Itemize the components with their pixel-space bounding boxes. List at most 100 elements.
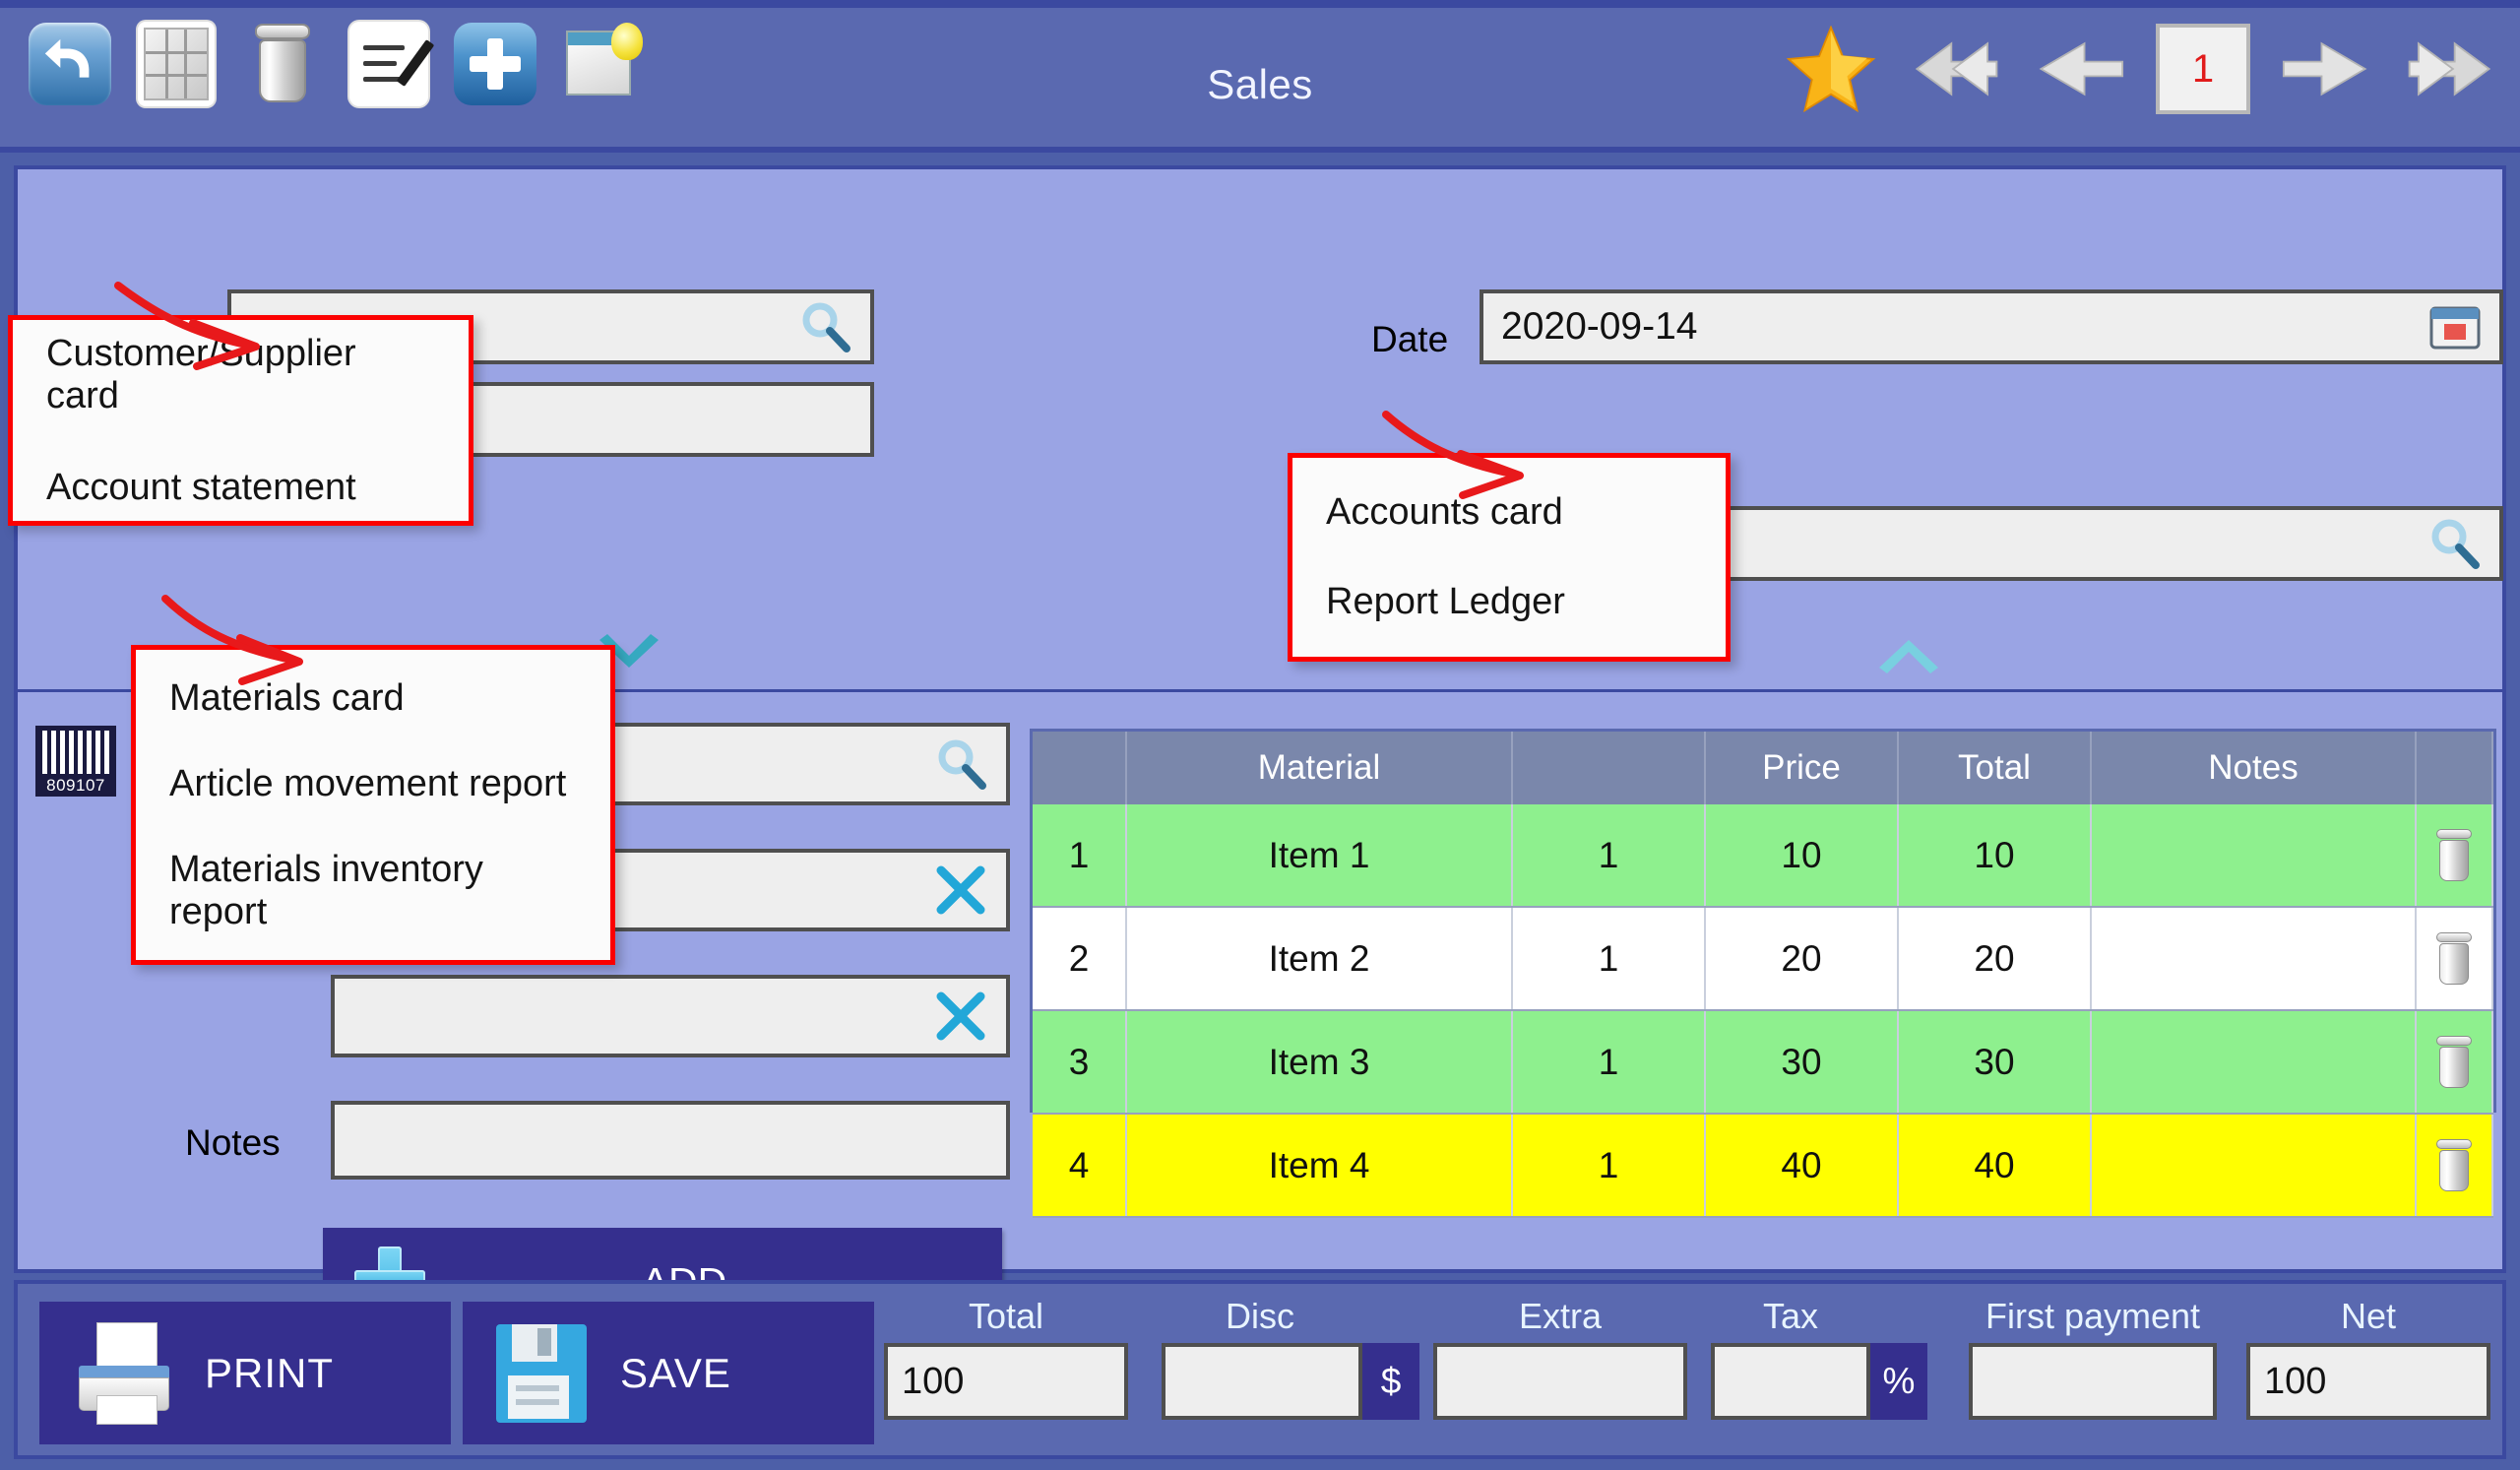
cell-qty: 1 [1513, 1115, 1706, 1216]
bottom-action-bar: PRINT SAVE Total 100 Disc $ Extra Tax % … [14, 1280, 2506, 1459]
search-icon [2431, 519, 2480, 569]
last-page-icon [2408, 41, 2491, 96]
menu-item-article-movement-report[interactable]: Article movement report [136, 763, 610, 805]
menu-item-report-ledger[interactable]: Report Ledger [1292, 581, 1726, 623]
material-context-menu[interactable]: Materials card Article movement report M… [131, 645, 615, 965]
disc-label: Disc [1226, 1296, 1294, 1336]
header-total: Total [1899, 732, 2092, 804]
print-label: PRINT [205, 1349, 334, 1396]
cell-material: Item 4 [1127, 1115, 1513, 1216]
toolbar-navigation: 1 [1784, 24, 2498, 114]
row-delete-button[interactable] [2417, 804, 2493, 906]
menu-item-materials-card[interactable]: Materials card [136, 677, 610, 720]
first-payment-input[interactable] [1969, 1343, 2217, 1420]
save-label: SAVE [620, 1349, 731, 1396]
first-payment-label: First payment [1984, 1296, 2201, 1336]
favorite-button[interactable] [1784, 26, 1878, 112]
table-row[interactable]: 1 Item 1 1 10 10 [1033, 804, 2493, 908]
notes-input[interactable] [331, 1101, 1010, 1180]
cell-notes [2092, 804, 2417, 906]
first-payment-group: First payment [1969, 1296, 2217, 1420]
extra-group: Extra [1433, 1296, 1687, 1420]
trash-icon [2434, 828, 2474, 882]
next-page-button[interactable] [2280, 28, 2374, 110]
clear-icon [936, 991, 985, 1041]
search-icon [802, 302, 850, 352]
printer-icon [73, 1321, 171, 1425]
items-table: Material Price Total Notes 1 Item 1 1 10… [1030, 729, 2496, 1218]
cell-material: Item 2 [1127, 908, 1513, 1009]
cell-qty: 1 [1513, 804, 1706, 906]
application-window: Sales 1 Date 2020-09-14 809107 Notes Mat… [0, 0, 2520, 1470]
extra-label: Extra [1518, 1296, 1603, 1336]
print-button[interactable]: PRINT [39, 1302, 451, 1444]
clear-icon [936, 865, 985, 915]
trash-icon [2434, 931, 2474, 986]
cell-total: 30 [1899, 1011, 2092, 1113]
menu-item-account-statement[interactable]: Account statement [13, 467, 469, 509]
tax-input[interactable] [1711, 1343, 1870, 1420]
barcode-icon [42, 731, 109, 774]
menu-item-materials-inventory-report[interactable]: Materials inventory report [136, 849, 610, 933]
favorite-star-icon [1786, 26, 1876, 112]
cell-price: 30 [1706, 1011, 1899, 1113]
menu-item-customer-supplier-card[interactable]: Customer/Supplier card [13, 333, 469, 417]
date-value: 2020-09-14 [1501, 305, 1698, 348]
disc-unit-toggle[interactable]: $ [1362, 1343, 1419, 1420]
first-page-button[interactable] [1908, 28, 2002, 110]
header-index [1033, 732, 1127, 804]
header-price: Price [1706, 732, 1899, 804]
last-page-button[interactable] [2404, 28, 2498, 110]
cell-notes [2092, 1011, 2417, 1113]
table-row[interactable]: 4 Item 4 1 40 40 [1033, 1115, 2493, 1218]
total-input[interactable]: 100 [884, 1343, 1128, 1420]
previous-page-button[interactable] [2032, 28, 2126, 110]
net-label: Net [2340, 1296, 2397, 1336]
search-icon [938, 739, 986, 790]
net-group: Net 100 [2246, 1296, 2490, 1420]
notes-label: Notes [185, 1122, 281, 1163]
cell-total: 20 [1899, 908, 2092, 1009]
first-page-icon [1915, 41, 1998, 96]
chevron-up-icon[interactable] [1873, 632, 1944, 675]
account-context-menu[interactable]: Accounts card Report Ledger [1288, 453, 1731, 662]
disc-group: Disc $ [1162, 1296, 1419, 1420]
save-button[interactable]: SAVE [463, 1302, 874, 1444]
cell-price: 20 [1706, 908, 1899, 1009]
barcode-button[interactable]: 809107 [35, 726, 116, 797]
date-label: Date [1371, 319, 1449, 359]
header-notes: Notes [2092, 732, 2417, 804]
row-delete-button[interactable] [2417, 908, 2493, 1009]
disc-input[interactable] [1162, 1343, 1362, 1420]
cell-notes [2092, 1115, 2417, 1216]
cell-index: 1 [1033, 804, 1127, 906]
cell-index: 4 [1033, 1115, 1127, 1216]
price-input[interactable] [331, 975, 1010, 1057]
trash-icon [2434, 1035, 2474, 1089]
row-delete-button[interactable] [2417, 1011, 2493, 1113]
net-input[interactable]: 100 [2246, 1343, 2490, 1420]
table-row[interactable]: 3 Item 3 1 30 30 [1033, 1011, 2493, 1115]
extra-input[interactable] [1433, 1343, 1687, 1420]
tax-label: Tax [1762, 1296, 1819, 1336]
tax-unit-toggle[interactable]: % [1870, 1343, 1927, 1420]
cell-price: 40 [1706, 1115, 1899, 1216]
cell-index: 2 [1033, 908, 1127, 1009]
header-material: Material [1127, 732, 1513, 804]
cell-qty: 1 [1513, 908, 1706, 1009]
header-actions [2417, 732, 2493, 804]
total-label: Total [968, 1296, 1044, 1336]
customer-context-menu[interactable]: Customer/Supplier card Account statement [8, 315, 473, 526]
barcode-number: 809107 [46, 776, 105, 795]
page-number-input[interactable]: 1 [2156, 24, 2250, 114]
cell-total: 10 [1899, 804, 2092, 906]
tax-group: Tax % [1711, 1296, 1927, 1420]
row-delete-button[interactable] [2417, 1115, 2493, 1216]
menu-item-accounts-card[interactable]: Accounts card [1292, 491, 1726, 534]
table-row[interactable]: 2 Item 2 1 20 20 [1033, 908, 2493, 1011]
trash-icon [2434, 1138, 2474, 1192]
cell-notes [2092, 908, 2417, 1009]
header-qty [1513, 732, 1706, 804]
date-input[interactable]: 2020-09-14 [1480, 289, 2503, 364]
cell-material: Item 3 [1127, 1011, 1513, 1113]
